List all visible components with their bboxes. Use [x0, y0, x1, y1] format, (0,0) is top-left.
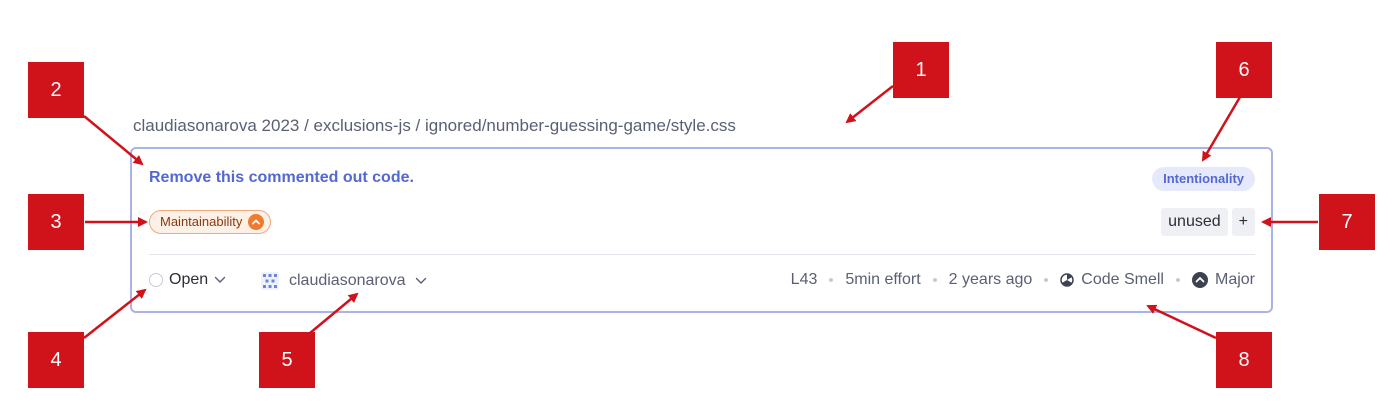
add-tag-button[interactable]: +: [1231, 208, 1255, 236]
issue-type-label: Code Smell: [1081, 271, 1164, 288]
clean-code-attribute-badge[interactable]: Intentionality: [1152, 167, 1255, 191]
annotation-marker-1: 1: [893, 42, 949, 98]
assignee-dropdown[interactable]: claudiasonarova: [260, 271, 427, 291]
separator-dot: [1044, 278, 1049, 282]
separator-dot: [1175, 278, 1180, 282]
chevron-up-icon: [248, 214, 265, 230]
status-dropdown[interactable]: Open: [149, 271, 226, 289]
software-quality-pill[interactable]: Maintainability: [149, 210, 272, 234]
avatar-icon: [261, 272, 279, 290]
issue-type: Code Smell: [1060, 271, 1164, 289]
age-label: 2 years ago: [948, 271, 1033, 288]
separator-dot: [829, 278, 834, 282]
annotation-marker-7: 7: [1319, 194, 1375, 250]
status-label: Open: [169, 271, 209, 288]
status-circle-icon: [149, 273, 163, 287]
chevron-down-icon: [214, 276, 226, 283]
breadcrumb[interactable]: claudiasonarova 2023 / exclusions-js / i…: [133, 116, 736, 136]
annotation-marker-6: 6: [1216, 42, 1272, 98]
software-quality-label: Maintainability: [160, 214, 243, 229]
divider: [149, 254, 1255, 255]
annotation-marker-5: 5: [259, 332, 315, 388]
tags-group: unused +: [1161, 208, 1255, 236]
severity-major-icon: [1191, 272, 1208, 288]
annotation-marker-3: 3: [28, 194, 84, 250]
annotation-marker-8: 8: [1216, 332, 1272, 388]
tag-unused[interactable]: unused: [1161, 208, 1228, 236]
issue-severity: Major: [1191, 271, 1255, 289]
severity-label: Major: [1214, 271, 1255, 288]
issue-meta: L43 5min effort 2 years ago Code Smell M…: [791, 271, 1255, 289]
code-smell-icon: [1060, 273, 1075, 287]
arrow-1: [845, 85, 894, 124]
annotation-marker-2: 2: [28, 62, 84, 118]
effort-label: 5min effort: [845, 271, 921, 288]
issue-footer: Open claudiasonarova L43 5min effort 2 y…: [149, 271, 1255, 297]
issue-title-link[interactable]: Remove this commented out code.: [149, 169, 414, 187]
separator-dot: [932, 278, 937, 282]
assignee-name: claudiasonarova: [289, 272, 406, 289]
line-link[interactable]: L43: [791, 271, 818, 289]
chevron-down-icon: [415, 277, 426, 284]
issue-card[interactable]: Remove this commented out code. Intentio…: [130, 147, 1273, 313]
annotation-marker-4: 4: [28, 332, 84, 388]
